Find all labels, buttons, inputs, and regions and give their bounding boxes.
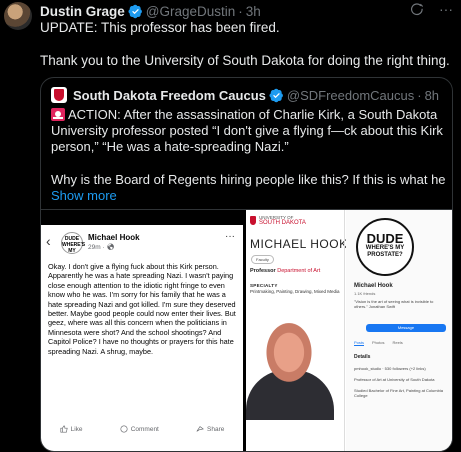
- university-name: UNIVERSITY OF SOUTH DAKOTA: [259, 215, 306, 226]
- comment-icon: [120, 425, 128, 433]
- separator: ·: [417, 87, 422, 103]
- back-arrow-icon: ‹: [46, 233, 51, 249]
- media-image-facebook-post[interactable]: ‹ DUDE WHERE'S MY Michael Hook 29m · 🌎︎ ··…: [41, 225, 243, 451]
- tweet[interactable]: Dustin Grage @GrageDustin · 3h ··· UPDAT…: [0, 0, 461, 452]
- quoted-tweet-header: South Dakota Freedom Caucus @SDFreedomCa…: [51, 87, 439, 103]
- professor-role: Professor Department of Art: [250, 268, 321, 274]
- social-name: Michael Hook: [354, 283, 393, 289]
- faculty-badge: Faculty: [251, 255, 274, 264]
- show-more-link[interactable]: Show more: [51, 188, 117, 204]
- verified-badge-icon: [128, 4, 142, 18]
- message-button: Message: [366, 324, 446, 332]
- separator: ·: [238, 3, 243, 19]
- fb-post-text: Okay. I don't give a flying fuck about t…: [48, 262, 236, 356]
- quoted-tweet-text-2: Why is the Board of Regents hiring peopl…: [51, 172, 446, 187]
- fb-like: Like: [60, 425, 83, 433]
- fb-more-icon: ···: [225, 231, 235, 242]
- profile-logo-circle: DUDE WHERE'S MY PROSTATE?: [356, 218, 414, 276]
- specialty-label: SPECIALTY: [250, 283, 278, 288]
- share-icon: [196, 426, 205, 432]
- details-row-3: Studied Bachelor of Fine Art, Painting a…: [354, 388, 443, 398]
- quoted-author-avatar: [51, 87, 67, 103]
- media-image-profile[interactable]: UNIVERSITY OF SOUTH DAKOTA MICHAEL HOOK F…: [246, 210, 452, 451]
- quoted-tweet[interactable]: South Dakota Freedom Caucus @SDFreedomCa…: [40, 77, 453, 452]
- quoted-author-name: South Dakota Freedom Caucus: [73, 87, 266, 103]
- globe-icon: 🌎︎: [106, 244, 115, 251]
- social-bio: "Vision is the art of seeing what is inv…: [354, 299, 434, 309]
- fb-comment: Comment: [120, 425, 159, 433]
- professor-name: MICHAEL HOOK: [250, 237, 348, 251]
- fb-post-time: 29m · 🌎︎: [88, 244, 115, 251]
- author-handle[interactable]: @GrageDustin: [146, 4, 236, 19]
- quoted-tweet-text: ACTION: After the assassination of Charl…: [51, 107, 443, 154]
- quoted-tweet-media[interactable]: ‹ DUDE WHERE'S MY Michael Hook 29m · 🌎︎ ··…: [41, 209, 452, 451]
- tweet-top-actions: ···: [411, 2, 453, 17]
- more-options-icon[interactable]: ···: [439, 2, 453, 17]
- social-friends: 1.1K friends: [354, 291, 376, 296]
- social-tabs: Posts Photos Reels: [354, 340, 403, 346]
- siren-icon: [51, 108, 65, 121]
- quoted-tweet-time: 8h: [424, 87, 440, 103]
- author-name[interactable]: Dustin Grage: [40, 4, 125, 19]
- tweet-time[interactable]: 3h: [246, 4, 261, 19]
- details-row-1: pmhook_studio · 530 followers (+2 links): [354, 366, 426, 371]
- panel-divider: [344, 210, 345, 451]
- fb-share: Share: [196, 425, 224, 433]
- fb-actions: Like Comment Share: [41, 425, 243, 433]
- tweet-text-line2: Thank you to the University of South Dak…: [40, 53, 450, 68]
- author-avatar[interactable]: [4, 2, 32, 30]
- professor-portrait: [254, 322, 324, 398]
- specialty-value: Printmaking, Painting, Drawing, Mixed Me…: [250, 289, 340, 294]
- profile-logo: DUDE WHERE'S MY: [61, 232, 85, 254]
- verified-badge-icon: [269, 88, 283, 102]
- fb-author-name: Michael Hook: [88, 233, 140, 242]
- grok-icon[interactable]: [411, 3, 425, 17]
- thumbs-up-icon: [60, 425, 68, 433]
- quoted-tweet-body: ACTION: After the assassination of Charl…: [51, 107, 446, 155]
- details-row-2: Professor of Art at University of South …: [354, 377, 435, 382]
- social-profile-panel: DUDE WHERE'S MY PROSTATE? Michael Hook 1…: [346, 210, 452, 451]
- details-heading: Details: [354, 354, 371, 360]
- tweet-header: Dustin Grage @GrageDustin · 3h: [40, 2, 261, 20]
- usd-logo-icon: [250, 216, 256, 225]
- tweet-text-line1: UPDATE: This professor has been fired.: [40, 20, 280, 35]
- quoted-author-handle: @SDFreedomCaucus: [286, 87, 415, 103]
